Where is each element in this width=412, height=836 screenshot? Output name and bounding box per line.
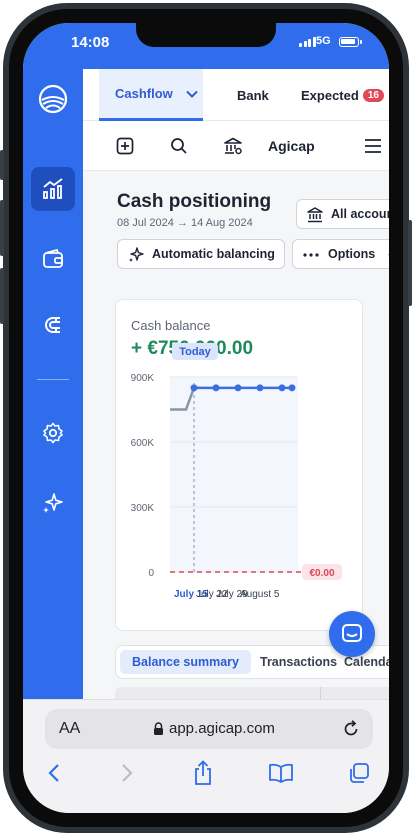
bookmarks-icon[interactable] bbox=[267, 759, 295, 787]
side-button bbox=[0, 150, 4, 180]
volume-up-button bbox=[0, 200, 4, 256]
sidebar-item-cashflow[interactable] bbox=[31, 167, 75, 211]
forward-icon[interactable] bbox=[113, 759, 141, 787]
accounts-button[interactable]: All accounts bbox=[296, 199, 389, 229]
reload-icon[interactable] bbox=[341, 719, 361, 739]
sidebar-item-settings[interactable] bbox=[31, 411, 75, 455]
browser-address-area: AA app.agicap.com bbox=[23, 699, 389, 749]
y-tick-label: 900K bbox=[131, 373, 155, 384]
tab-expected-label: Expected bbox=[301, 87, 359, 103]
toolbar: Agicap bbox=[83, 121, 389, 171]
y-tick-label: 300K bbox=[131, 503, 155, 514]
wallet-icon bbox=[43, 248, 63, 268]
more-dots-icon bbox=[303, 253, 319, 257]
data-point bbox=[256, 384, 264, 392]
sidebar-item-ai[interactable] bbox=[31, 481, 75, 525]
data-point bbox=[288, 384, 296, 392]
browser-nav-bar bbox=[23, 749, 389, 813]
automatic-balancing-label: Automatic balancing bbox=[152, 247, 275, 261]
date-range: 08 Jul 2024 → 14 Aug 2024 bbox=[117, 217, 253, 229]
y-tick-label: 0 bbox=[148, 568, 154, 579]
summary-table-header bbox=[115, 687, 389, 699]
sidebar-divider bbox=[37, 379, 69, 380]
tab-cashflow[interactable]: Cashflow bbox=[99, 69, 203, 121]
volume-down-button bbox=[0, 268, 4, 324]
menu-icon[interactable] bbox=[361, 134, 385, 158]
sparkle-icon bbox=[43, 493, 63, 513]
status-time: 14:08 bbox=[71, 34, 110, 51]
notch bbox=[136, 23, 276, 47]
status-bar: 14:08 5G bbox=[23, 23, 389, 69]
expected-count-badge: 16 bbox=[362, 88, 384, 102]
share-icon[interactable] bbox=[189, 759, 217, 787]
bank-settings-icon[interactable] bbox=[221, 134, 245, 158]
organization-label[interactable]: Agicap bbox=[268, 138, 315, 154]
reader-text-size-button[interactable]: AA bbox=[59, 720, 80, 738]
chat-icon bbox=[342, 624, 362, 642]
tab-bar: Cashflow Bank Expected 16 bbox=[83, 69, 389, 121]
agicap-logo-icon[interactable] bbox=[31, 77, 75, 121]
address-bar[interactable]: AA app.agicap.com bbox=[45, 709, 373, 749]
add-icon[interactable] bbox=[113, 134, 137, 158]
today-label: Today bbox=[179, 346, 211, 358]
signal-icon bbox=[299, 37, 316, 47]
battery-tip bbox=[360, 40, 362, 44]
data-point bbox=[212, 384, 220, 392]
cash-balance-card: Cash balance + €750,000.00 900K600K300K0… bbox=[115, 299, 363, 631]
data-point bbox=[234, 384, 242, 392]
segment-transactions[interactable]: Transactions bbox=[260, 650, 337, 674]
tab-bank[interactable]: Bank bbox=[237, 69, 269, 121]
back-icon[interactable] bbox=[40, 759, 68, 787]
sidebar-item-magnet[interactable] bbox=[31, 303, 75, 347]
sidebar bbox=[23, 69, 83, 699]
plot-background bbox=[170, 377, 298, 572]
tab-bank-label: Bank bbox=[237, 87, 269, 103]
chevron-down-icon bbox=[388, 254, 389, 256]
url-text: app.agicap.com bbox=[169, 720, 275, 737]
main-content: Cashflow Bank Expected 16 Agicap Cash po… bbox=[83, 69, 389, 699]
battery-icon bbox=[339, 37, 359, 47]
lock-icon bbox=[154, 722, 163, 735]
tab-expected[interactable]: Expected 16 bbox=[301, 69, 384, 121]
cash-balance-chart[interactable]: 900K600K300K0 €0.00TodayJuly 15July 22Jul… bbox=[116, 300, 363, 631]
bank-icon bbox=[307, 207, 323, 223]
threshold-label: €0.00 bbox=[309, 568, 334, 579]
sidebar-item-wallet[interactable] bbox=[31, 237, 75, 281]
data-point bbox=[278, 384, 286, 392]
search-icon[interactable] bbox=[167, 134, 191, 158]
chevron-down-icon bbox=[186, 90, 198, 98]
segment-balance-summary[interactable]: Balance summary bbox=[120, 650, 252, 674]
y-tick-label: 600K bbox=[131, 438, 155, 449]
chart-trend-icon bbox=[43, 178, 63, 199]
tabs-icon[interactable] bbox=[345, 759, 373, 787]
network-label: 5G bbox=[316, 35, 331, 47]
options-button-label: Options bbox=[328, 247, 376, 261]
automatic-balancing-button[interactable]: Automatic balancing bbox=[117, 239, 285, 269]
x-tick-label: August 5 bbox=[240, 589, 280, 600]
accounts-button-label: All accounts bbox=[331, 207, 389, 221]
screen: 14:08 5G Cashflow Bank Expected 16 Agica… bbox=[23, 23, 389, 813]
tab-cashflow-label: Cashflow bbox=[115, 86, 173, 101]
data-point bbox=[190, 384, 198, 392]
options-button[interactable]: Options bbox=[292, 239, 389, 269]
chat-button[interactable] bbox=[329, 611, 375, 657]
sparkle-icon bbox=[129, 247, 144, 262]
gear-icon bbox=[43, 422, 63, 444]
magnet-icon bbox=[45, 317, 60, 333]
power-button bbox=[408, 220, 412, 306]
page-title: Cash positioning bbox=[117, 191, 272, 212]
table-header-divider bbox=[320, 687, 321, 699]
